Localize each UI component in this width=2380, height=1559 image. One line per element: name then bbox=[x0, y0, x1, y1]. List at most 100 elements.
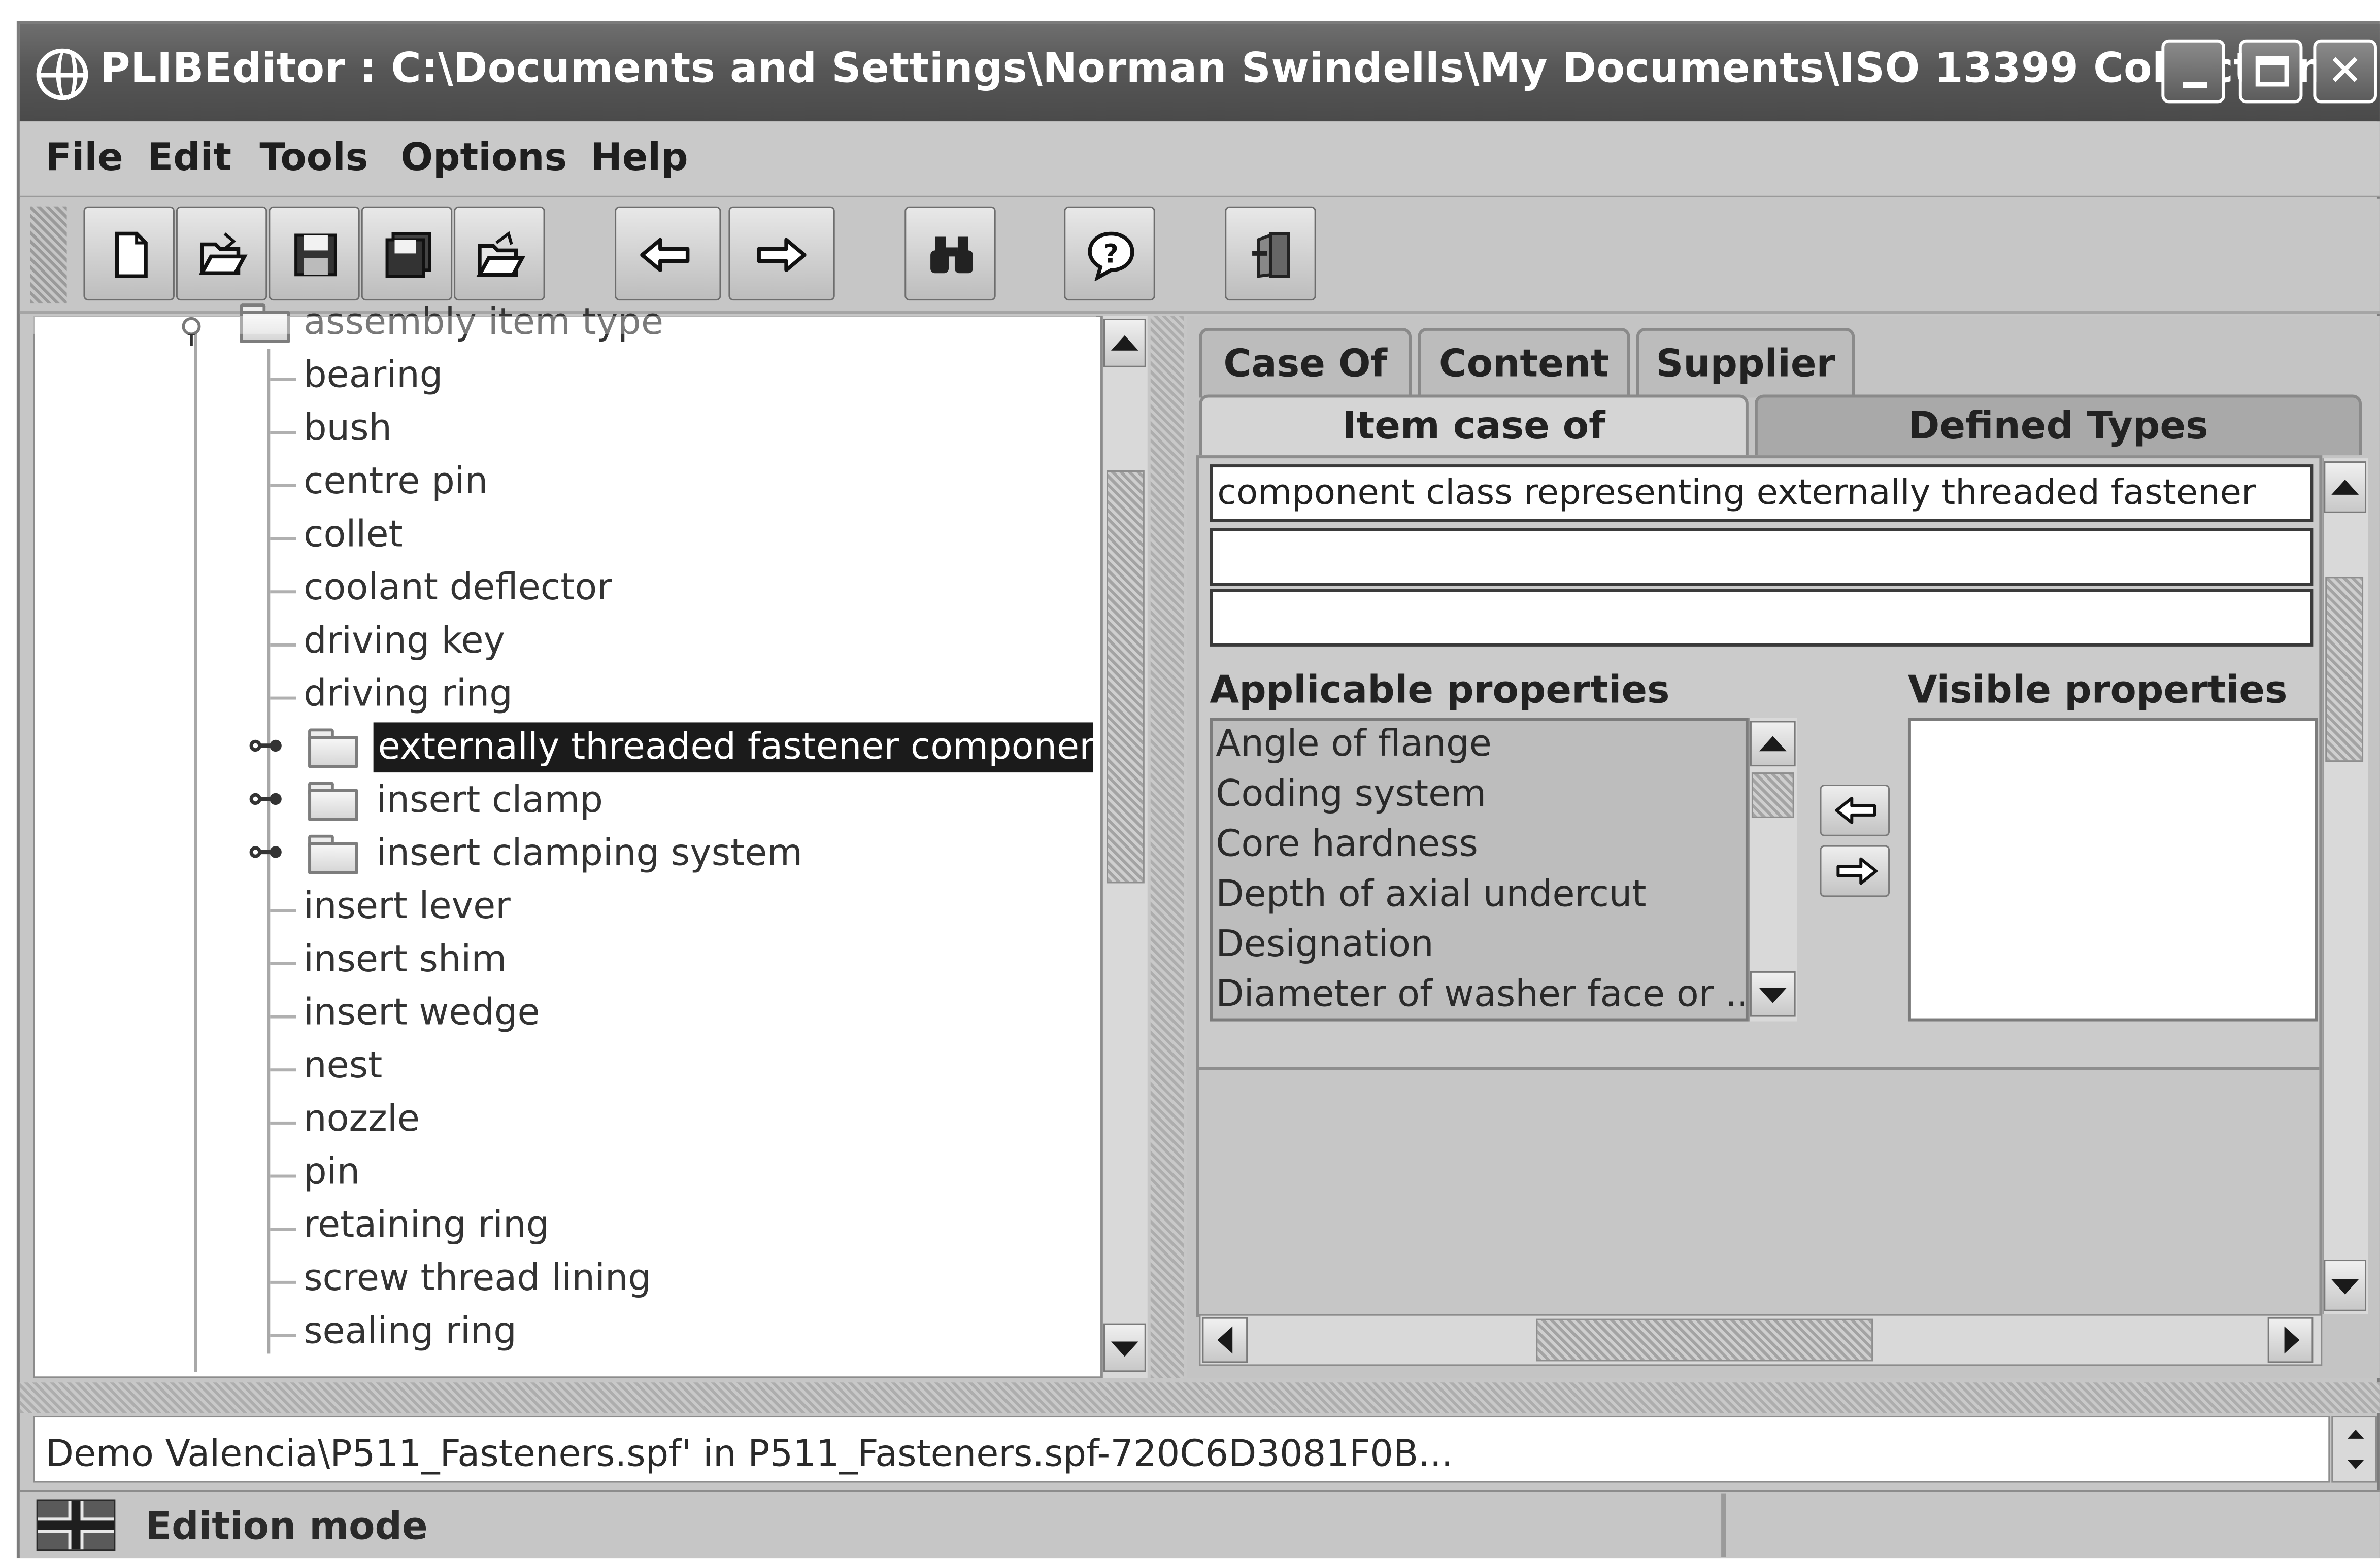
new-document-icon bbox=[115, 231, 148, 278]
arrow-down-icon bbox=[2331, 1279, 2359, 1295]
save-button[interactable] bbox=[269, 206, 360, 301]
window-title: PLIBEditor : C:\Documents and Settings\N… bbox=[100, 45, 2380, 93]
case-of-field-3[interactable] bbox=[1210, 589, 2314, 647]
right-scroll-up-button[interactable] bbox=[2324, 461, 2367, 513]
globe-icon bbox=[36, 48, 88, 100]
toolbar-grip[interactable] bbox=[30, 206, 67, 304]
tree-guide-line bbox=[194, 330, 197, 1372]
uk-flag-icon[interactable] bbox=[36, 1499, 116, 1551]
tree-leaf-item[interactable]: coolant deflector bbox=[304, 566, 612, 608]
applicable-property-item[interactable]: Diameter of washer face or ... bbox=[1216, 973, 1744, 1015]
expand-handle-icon[interactable]: ⊶ bbox=[247, 724, 284, 766]
log-scrollbar[interactable] bbox=[2331, 1416, 2377, 1483]
tree-connector bbox=[270, 537, 296, 540]
tree-leaf-item[interactable]: driving key bbox=[304, 619, 505, 662]
applicable-scroll-down-button[interactable] bbox=[1750, 971, 1796, 1017]
tree-scroll-down-button[interactable] bbox=[1103, 1323, 1146, 1372]
tree-node-selected[interactable]: externally threaded fastener componen bbox=[373, 722, 1093, 773]
tree-connector bbox=[270, 962, 296, 965]
folder-icon bbox=[308, 782, 358, 821]
menu-tools[interactable]: Tools bbox=[259, 135, 368, 179]
binoculars-icon bbox=[930, 236, 973, 274]
exit-door-icon bbox=[1252, 232, 1290, 278]
right-scroll-down-button[interactable] bbox=[2324, 1260, 2367, 1311]
log-message: Demo Valencia\P511_Fasteners.spf' in P51… bbox=[45, 1432, 1453, 1475]
visible-properties-list[interactable] bbox=[1907, 718, 2318, 1022]
applicable-property-item[interactable]: Designation bbox=[1216, 923, 1744, 965]
tree-leaf-item[interactable]: driving ring bbox=[304, 672, 513, 715]
tree-leaf-item[interactable]: insert wedge bbox=[304, 991, 540, 1034]
arrow-left-icon bbox=[1217, 1326, 1233, 1354]
applicable-scroll-up-button[interactable] bbox=[1750, 721, 1796, 767]
close-button[interactable]: ✕ bbox=[2313, 39, 2377, 104]
move-left-button[interactable] bbox=[1820, 785, 1890, 836]
tree-scroll-thumb[interactable] bbox=[1107, 470, 1145, 884]
forward-button[interactable] bbox=[728, 206, 835, 301]
save-icon bbox=[294, 233, 337, 277]
tree-scroll-up-button[interactable] bbox=[1103, 318, 1146, 367]
tree-connector bbox=[270, 1015, 296, 1019]
case-of-field-1[interactable]: component class representing externally … bbox=[1210, 464, 2314, 522]
horizontal-splitter[interactable] bbox=[19, 1382, 2380, 1413]
maximize-button[interactable] bbox=[2238, 39, 2303, 104]
close-icon: ✕ bbox=[2327, 45, 2363, 96]
exit-button[interactable] bbox=[1225, 206, 1316, 301]
scroll-right-button[interactable] bbox=[2267, 1317, 2314, 1363]
tree-leaf-item[interactable]: nozzle bbox=[304, 1097, 420, 1140]
tree-leaf-item[interactable]: sealing ring bbox=[304, 1310, 517, 1352]
tree-connector bbox=[270, 1334, 296, 1337]
applicable-property-item[interactable]: Coding system bbox=[1216, 772, 1744, 815]
save-all-button[interactable] bbox=[361, 206, 453, 301]
menu-edit[interactable]: Edit bbox=[147, 135, 231, 179]
menu-options[interactable]: Options bbox=[400, 135, 567, 179]
tab-content[interactable]: Content bbox=[1418, 327, 1630, 398]
tree-node-label[interactable]: insert clamping system bbox=[377, 832, 803, 874]
help-button[interactable]: ? bbox=[1064, 206, 1155, 301]
tree-leaf-item[interactable]: insert shim bbox=[304, 938, 507, 980]
help-bubble-icon: ? bbox=[1088, 231, 1134, 281]
open-button[interactable] bbox=[176, 206, 267, 301]
applicable-property-item[interactable]: Depth of axial undercut bbox=[1216, 872, 1744, 915]
tree-leaf-item[interactable]: bush bbox=[304, 406, 392, 449]
tree-connector bbox=[270, 1174, 296, 1178]
applicable-scroll-thumb[interactable] bbox=[1751, 772, 1794, 818]
arrow-down-icon bbox=[1759, 988, 1787, 1003]
right-scroll-thumb[interactable] bbox=[2325, 577, 2364, 762]
tree-leaf-item[interactable]: bearing bbox=[304, 354, 443, 396]
menu-bar bbox=[19, 121, 2380, 197]
tree-leaf-item[interactable]: retaining ring bbox=[304, 1203, 549, 1246]
find-button[interactable] bbox=[904, 206, 996, 301]
tree-leaf-item[interactable]: insert lever bbox=[304, 885, 511, 927]
tree-connector bbox=[270, 484, 296, 487]
minimize-button[interactable] bbox=[2161, 39, 2225, 104]
applicable-property-item[interactable]: Angle of flange bbox=[1216, 722, 1744, 765]
tree-connector bbox=[270, 1068, 296, 1072]
tree-leaf-item[interactable]: pin bbox=[304, 1150, 360, 1193]
tree-node-label[interactable]: insert clamp bbox=[377, 778, 603, 821]
menu-file[interactable]: File bbox=[46, 135, 123, 179]
tab-supplier[interactable]: Supplier bbox=[1636, 327, 1855, 398]
export-button[interactable] bbox=[454, 206, 545, 301]
status-separator bbox=[1721, 1493, 1726, 1557]
expand-handle-icon[interactable]: ⊶ bbox=[247, 830, 284, 873]
tab-case-of[interactable]: Case Of bbox=[1199, 327, 1412, 398]
subtab-defined-types[interactable]: Defined Types bbox=[1754, 394, 2362, 456]
panel-splitter[interactable] bbox=[1150, 316, 1184, 1378]
applicable-property-item[interactable]: Core hardness bbox=[1216, 823, 1744, 865]
tree-leaf-item[interactable]: nest bbox=[304, 1044, 382, 1087]
case-of-field-2[interactable] bbox=[1210, 528, 2314, 586]
menu-help[interactable]: Help bbox=[590, 135, 688, 179]
tree-leaf-item[interactable]: screw thread lining bbox=[304, 1257, 651, 1299]
subtab-item-case-of[interactable]: Item case of bbox=[1199, 394, 1749, 456]
scroll-left-button[interactable] bbox=[1202, 1317, 1248, 1363]
maximize-icon bbox=[2242, 43, 2300, 100]
tree-leaf-item[interactable]: centre pin bbox=[304, 460, 488, 502]
tree-connector bbox=[270, 696, 296, 700]
back-button[interactable] bbox=[615, 206, 721, 301]
new-button[interactable] bbox=[83, 206, 175, 301]
tree-leaf-item[interactable]: collet bbox=[304, 513, 403, 556]
right-arrow-icon bbox=[1836, 857, 1878, 885]
hscroll-thumb[interactable] bbox=[1536, 1318, 1873, 1362]
expand-handle-icon[interactable]: ⊶ bbox=[247, 777, 284, 820]
move-right-button[interactable] bbox=[1820, 845, 1890, 897]
